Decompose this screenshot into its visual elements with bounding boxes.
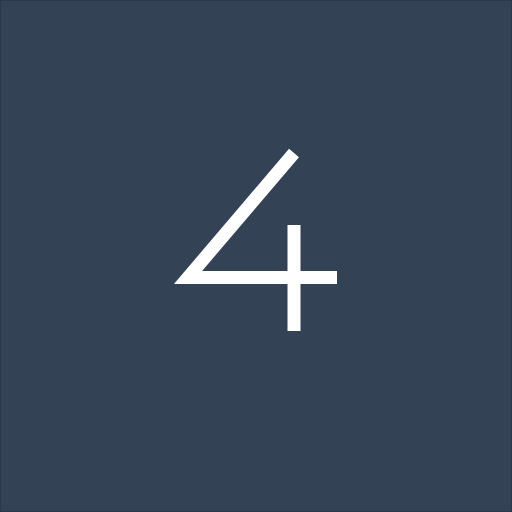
number-tile: 4: [0, 0, 512, 512]
number-glyph: 4: [173, 148, 337, 331]
digit-four-shape: [173, 148, 337, 331]
